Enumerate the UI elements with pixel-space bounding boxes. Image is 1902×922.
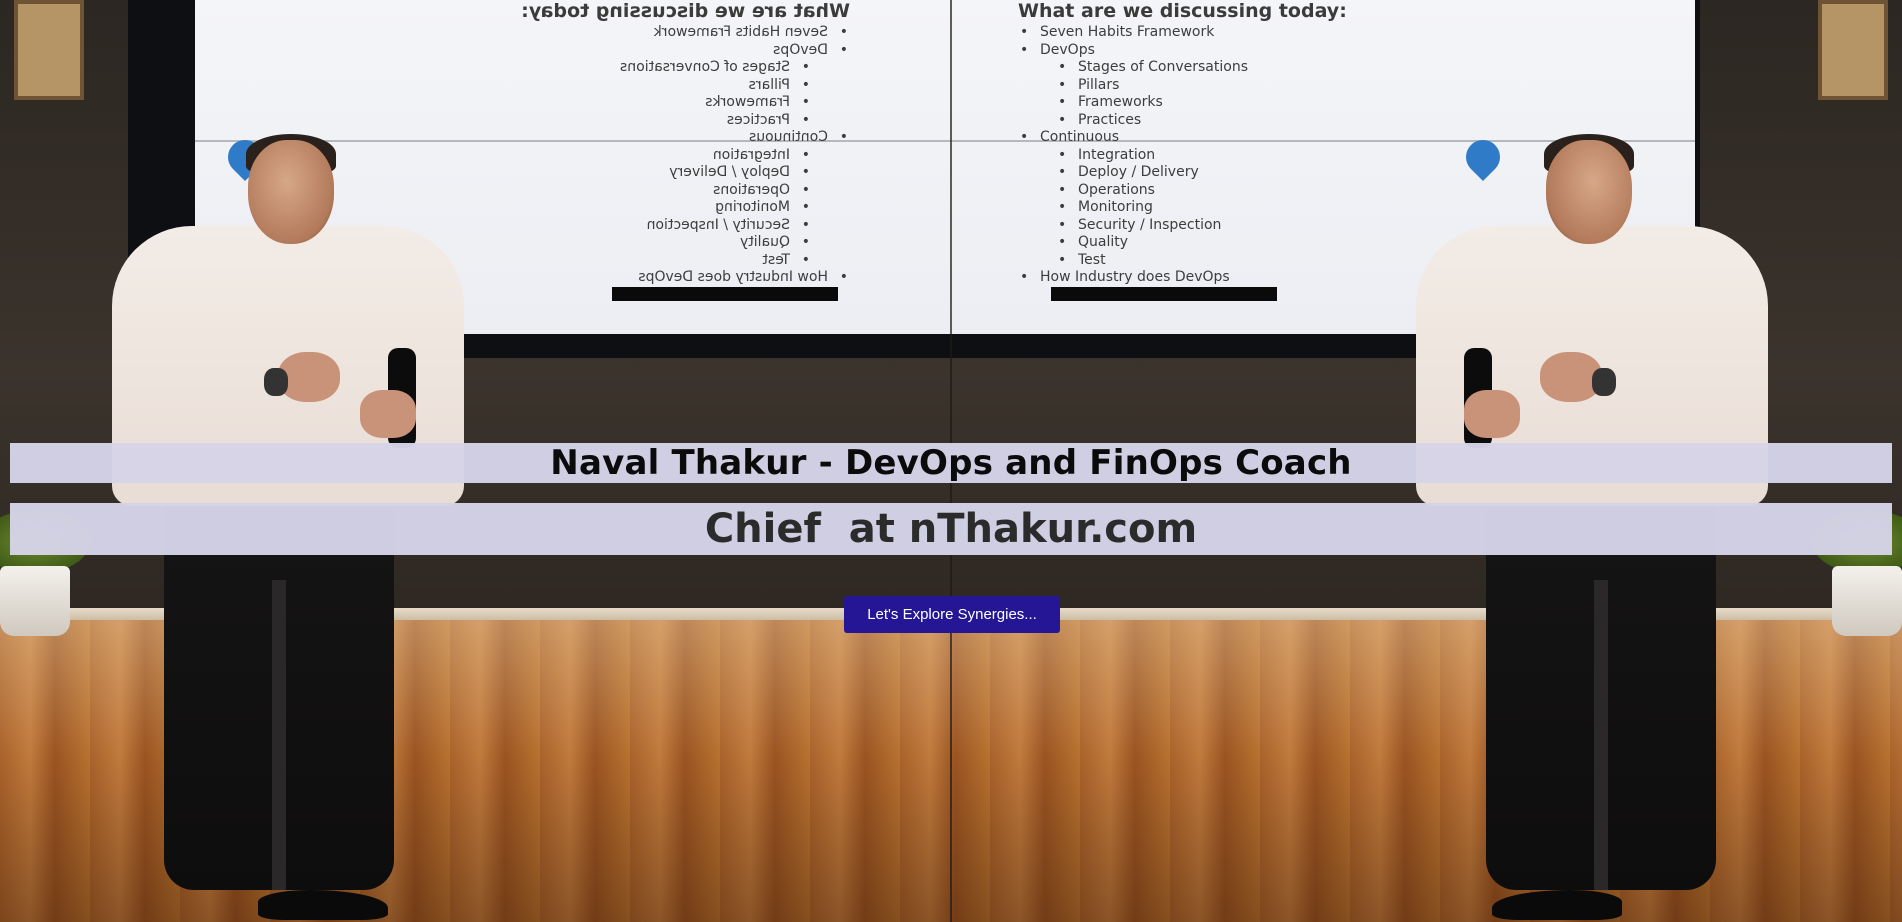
slide-list-item: Operations — [520, 182, 850, 200]
slide-list-item: Monitoring — [1018, 199, 1348, 217]
slide-list-item: Test — [520, 252, 850, 270]
slide-list-item: Deploy / Delivery — [520, 164, 850, 182]
slide-list-item: Quality — [1018, 234, 1348, 252]
slide-list-item: Frameworks — [520, 94, 850, 112]
wall-panel — [1818, 0, 1888, 100]
name-title-band: Naval Thakur - DevOps and FinOps Coach — [10, 443, 1892, 483]
slide-list-item: Test — [1018, 252, 1348, 270]
role-subtitle-band: Chief at nThakur.com — [10, 503, 1892, 555]
slide-list-item: Stages of Conversations — [520, 59, 850, 77]
slide-list-item: Practices — [520, 112, 850, 130]
slide-list-item: Pillars — [520, 77, 850, 95]
wall-panel — [14, 0, 84, 100]
slide-list-item: How Industry does DevOps — [520, 269, 850, 287]
slide-list-item: Quality — [520, 234, 850, 252]
slide-title: What are we discussing today: — [1018, 0, 1347, 22]
page-subtitle: Chief at nThakur.com — [704, 506, 1198, 552]
slide-list-item: How Industry does DevOps — [1018, 269, 1348, 287]
slide-list-item: DevOps — [520, 42, 850, 60]
slide-list: Seven Habits FrameworkDevOpsStages of Co… — [1018, 24, 1348, 287]
slide-list-item: Integration — [1018, 147, 1348, 165]
redaction-bar — [1051, 287, 1277, 301]
slide-list-item: Continuous — [1018, 129, 1348, 147]
page-title: Naval Thakur - DevOps and FinOps Coach — [550, 443, 1352, 483]
slide-list: Seven Habits FrameworkDevOpsStages of Co… — [520, 24, 850, 287]
slide-list-item: Integration — [520, 147, 850, 165]
slide-list-item: Seven Habits Framework — [1018, 24, 1348, 42]
slide-list-item: Operations — [1018, 182, 1348, 200]
slide-list-item: Monitoring — [520, 199, 850, 217]
planter-pot — [0, 566, 70, 636]
slide-list-item: Security / Inspection — [520, 217, 850, 235]
slide-list-item: Security / Inspection — [1018, 217, 1348, 235]
explore-synergies-button[interactable]: Let's Explore Synergies... — [844, 596, 1060, 633]
slide-list-item: DevOps — [1018, 42, 1348, 60]
slide-list-item: Deploy / Delivery — [1018, 164, 1348, 182]
slide-list-item: Frameworks — [1018, 94, 1348, 112]
planter-pot — [1832, 566, 1902, 636]
slide-content-mirrored: What are we discussing today: Seven Habi… — [520, 0, 850, 300]
slide-list-item: Pillars — [1018, 77, 1348, 95]
slide-content: What are we discussing today: Seven Habi… — [1018, 0, 1348, 300]
redaction-bar — [612, 287, 838, 301]
slide-list-item: Stages of Conversations — [1018, 59, 1348, 77]
slide-list-item: Practices — [1018, 112, 1348, 130]
slide-title: What are we discussing today: — [521, 0, 850, 22]
slide-list-item: Continuous — [520, 129, 850, 147]
slide-list-item: Seven Habits Framework — [520, 24, 850, 42]
